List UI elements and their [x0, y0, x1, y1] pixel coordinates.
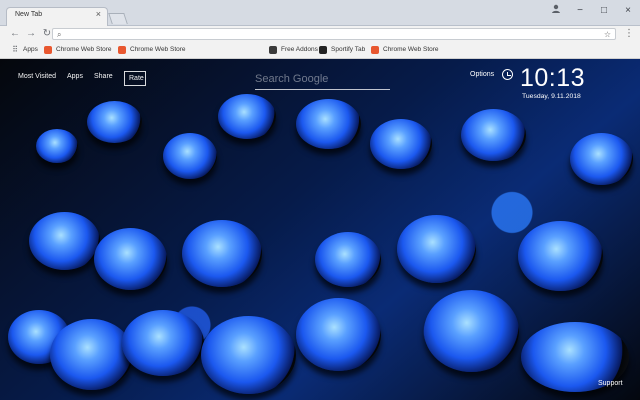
chrome-web-store-icon [371, 46, 379, 54]
bookmark-chrome-web-store[interactable]: Chrome Web Store [44, 42, 117, 59]
browser-tab[interactable]: New Tab × [6, 7, 108, 26]
apps-link[interactable]: Apps [67, 73, 83, 80]
current-date: Tuesday, 9.11.2018 [522, 93, 581, 100]
background-disc [461, 109, 526, 161]
address-bar[interactable]: ⌕ ☆ [52, 28, 616, 40]
background-disc [122, 310, 204, 376]
background-disc [50, 319, 133, 390]
background-disc [518, 221, 603, 291]
background-disc [87, 101, 142, 143]
bookmark-label: Apps [23, 46, 38, 53]
maximize-window-button[interactable]: □ [596, 4, 612, 18]
background-disc [370, 119, 432, 169]
search-icon: ⌕ [57, 30, 62, 39]
browser-menu-button[interactable]: ⋮ [623, 27, 635, 41]
bookmark-label: Chrome Web Store [130, 46, 186, 53]
chrome-web-store-icon [118, 46, 126, 54]
chrome-web-store-icon [44, 46, 52, 54]
tab-close-icon[interactable]: × [96, 10, 101, 19]
free-addons-icon [269, 46, 277, 54]
options-link[interactable]: Options [470, 71, 494, 78]
bookmark-chrome-web-store[interactable]: Chrome Web Store [118, 42, 200, 59]
background-disc [296, 99, 361, 149]
bookmark-chrome-web-store[interactable]: Chrome Web Store [371, 42, 449, 59]
spotify-icon [319, 46, 327, 54]
background-disc [424, 290, 519, 372]
background-disc [570, 133, 633, 185]
current-time: 10:13 [520, 64, 586, 92]
new-tab-page: Most Visited Apps Share Rate Options 10:… [0, 59, 640, 400]
new-tab-button[interactable] [108, 13, 128, 24]
most-visited-link[interactable]: Most Visited [18, 73, 56, 80]
background-disc [218, 94, 276, 139]
bookmarks-bar: ⠿ Apps Chrome Web Store Chrome Web Store… [0, 42, 640, 59]
bookmark-label: Sportify Tab [331, 46, 366, 53]
support-link[interactable]: Support [598, 380, 623, 387]
background-disc [163, 133, 217, 179]
forward-button[interactable]: → [24, 27, 38, 41]
back-button[interactable]: ← [8, 27, 22, 41]
background-disc [296, 298, 381, 371]
background-disc [182, 220, 262, 287]
bookmark-apps[interactable]: ⠿ Apps [11, 42, 42, 59]
background-disc [397, 215, 476, 283]
rate-button[interactable]: Rate [124, 71, 146, 86]
minimize-window-button[interactable]: − [572, 4, 588, 18]
clock-icon [502, 69, 513, 80]
background-disc [29, 212, 100, 270]
browser-toolbar: ← → ↻ ⌕ ☆ ⋮ [0, 26, 640, 42]
apps-grid-icon: ⠿ [12, 45, 18, 54]
bookmark-label: Chrome Web Store [56, 46, 112, 53]
bookmark-label: Chrome Web Store [383, 46, 439, 53]
bookmark-label: Free Addons [281, 46, 318, 53]
background-disc [315, 232, 381, 287]
share-link[interactable]: Share [94, 73, 113, 80]
bookmark-sportify-tab[interactable]: Sportify Tab [319, 42, 375, 59]
close-window-button[interactable]: × [620, 4, 636, 18]
bookmark-free-addons[interactable]: Free Addons [269, 42, 322, 59]
background-disc [36, 129, 78, 163]
tab-title: New Tab [15, 11, 43, 18]
browser-title-bar: New Tab × − □ × [0, 0, 640, 26]
google-search-box[interactable] [255, 69, 390, 90]
background-disc [201, 316, 296, 394]
google-search-input[interactable] [255, 69, 390, 89]
background-disc [94, 228, 167, 290]
bookmark-star-icon[interactable]: ☆ [604, 29, 611, 40]
person-icon[interactable] [548, 4, 564, 18]
